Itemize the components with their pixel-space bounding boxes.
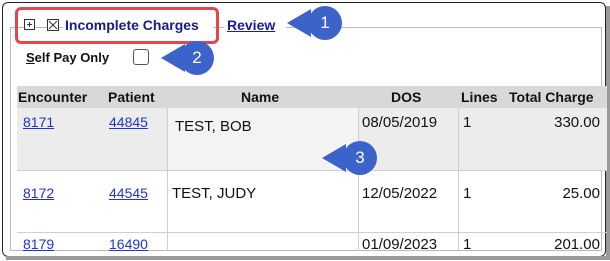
col-divider [458,108,459,251]
dos-value: 08/05/2019 [362,114,438,131]
clip-cover [11,251,601,255]
self-pay-label-rest: elf Pay Only [34,50,110,65]
review-link[interactable]: Review [227,17,275,33]
encounter-link[interactable]: 8179 [23,236,54,252]
self-pay-accesskey: S [26,50,35,65]
total-charge-value: 25.00 [562,185,600,202]
callout-badge-1: 1 [308,6,342,40]
col-dos[interactable]: DOS [391,89,421,105]
col-divider [358,108,359,251]
row-divider [17,170,607,171]
row-divider [17,232,607,233]
patient-link[interactable]: 44845 [109,114,148,130]
col-encounter[interactable]: Encounter [18,89,87,105]
highlight-box [15,7,219,44]
col-total-charge[interactable]: Total Charge [509,89,594,105]
col-lines[interactable]: Lines [461,89,498,105]
frame-shadow [6,256,608,260]
encounter-link[interactable]: 8172 [23,185,54,201]
self-pay-checkbox[interactable] [133,49,149,65]
col-patient[interactable]: Patient [108,89,155,105]
lines-value: 1 [463,185,472,202]
patient-link[interactable]: 16490 [109,236,148,252]
dos-value: 12/05/2022 [362,185,438,202]
col-divider [167,108,168,251]
lines-value: 1 [463,114,472,131]
patient-name: TEST, JUDY [172,185,257,202]
callout-badge-2: 2 [180,41,214,75]
encounter-link[interactable]: 8171 [23,114,54,130]
col-name[interactable]: Name [241,89,279,105]
self-pay-label: Self Pay Only [26,50,109,65]
patient-name: TEST, BOB [175,118,252,135]
callout-badge-3: 3 [343,141,377,175]
patient-link[interactable]: 44545 [109,185,148,201]
total-charge-value: 330.00 [554,114,600,131]
